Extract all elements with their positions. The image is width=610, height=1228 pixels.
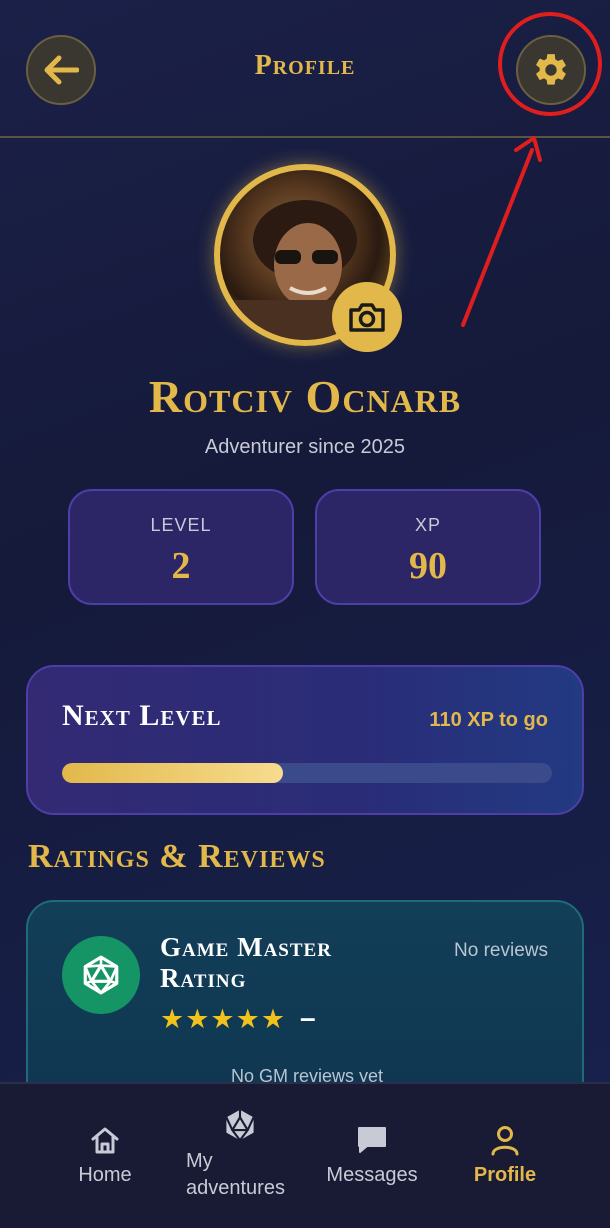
nav-home-label: Home	[78, 1164, 132, 1186]
avatar-container	[214, 164, 402, 352]
next-level-card: Next Level 110 XP to go	[26, 665, 584, 815]
level-label: LEVEL	[150, 515, 212, 535]
nav-my-adventures[interactable]: My adventures	[180, 1084, 300, 1228]
member-since: Adventurer since 2025	[204, 436, 406, 458]
xp-progress-bar	[62, 763, 552, 783]
home-icon	[91, 1127, 119, 1154]
gm-rating-title: Game Master Rating	[160, 932, 332, 993]
d20-icon	[225, 1109, 255, 1141]
xp-value: 90	[409, 545, 447, 587]
nav-home[interactable]: Home	[60, 1084, 150, 1228]
xp-to-go: 110 XP to go	[429, 709, 548, 731]
nav-messages-label: Messages	[326, 1164, 418, 1186]
rating-score: –	[300, 1002, 316, 1033]
nav-adventures-label-1: My	[186, 1150, 213, 1172]
camera-icon	[349, 303, 385, 332]
xp-label: XP	[414, 515, 441, 535]
bottom-navigation: Home My adventures Messages Profile	[0, 1082, 610, 1228]
gm-badge	[62, 936, 140, 1014]
next-level-title: Next Level	[62, 699, 222, 732]
nav-profile[interactable]: Profile	[460, 1084, 550, 1228]
change-photo-button[interactable]	[332, 282, 402, 352]
nav-adventures-label-2: adventures	[186, 1177, 285, 1199]
user-name: Rotciv Ocnarb	[148, 371, 462, 422]
ratings-section-title: Ratings & Reviews	[28, 838, 326, 875]
star-rating: ★★★★★	[160, 1004, 287, 1034]
message-icon	[358, 1127, 386, 1153]
xp-card: XP 90	[315, 489, 541, 605]
person-icon	[491, 1126, 519, 1156]
level-value: 2	[171, 545, 191, 587]
review-count: No reviews	[454, 940, 548, 961]
xp-progress-fill	[62, 763, 283, 783]
nav-profile-label: Profile	[473, 1164, 537, 1186]
d20-icon	[83, 955, 119, 995]
nav-messages[interactable]: Messages	[322, 1084, 422, 1228]
level-card: LEVEL 2	[68, 489, 294, 605]
